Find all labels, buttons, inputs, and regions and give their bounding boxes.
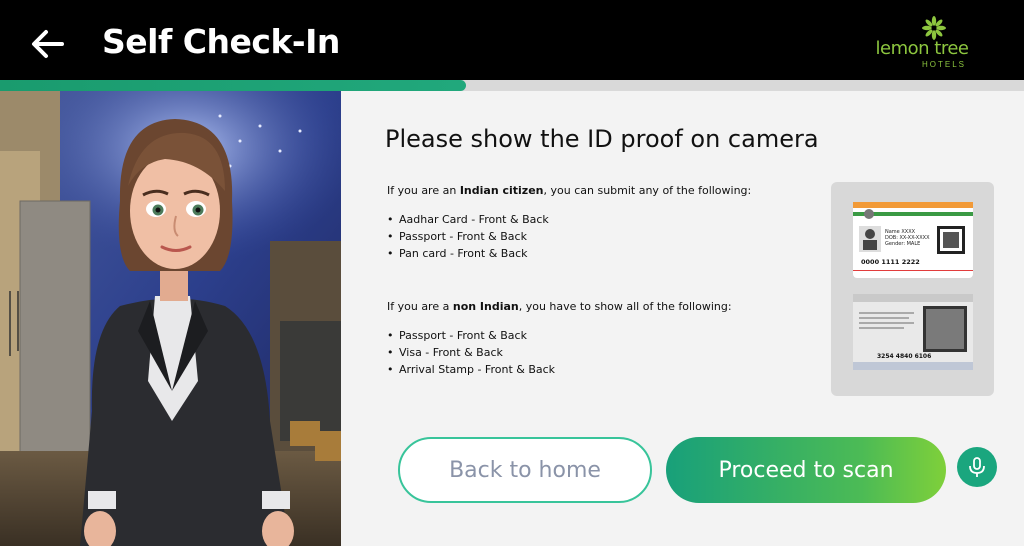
lobby-avatar-illustration [0, 91, 341, 546]
foreign-suffix: , you have to show all of the following: [518, 300, 732, 313]
back-number: 3254 4840 6106 [877, 353, 931, 360]
proceed-to-scan-button[interactable]: Proceed to scan [666, 437, 946, 503]
front-number: 0000 1111 2222 [861, 258, 920, 266]
logo-subtext: HOTELS [921, 60, 966, 69]
microphone-icon [969, 457, 985, 477]
progress-bar [0, 80, 1024, 91]
indian-bold: Indian citizen [459, 184, 544, 197]
list-item: Passport - Front & Back [387, 228, 549, 245]
header-bar: Self Check-In lemon tree HOTELS [0, 0, 1024, 80]
microphone-button[interactable] [957, 447, 997, 487]
indian-suffix: , you can submit any of the following: [543, 184, 752, 197]
front-gender: Gender: MALE [885, 241, 920, 247]
avatar-panel [0, 91, 341, 546]
non-indian-text: If you are a non Indian, you have to sho… [387, 300, 732, 313]
list-item: Arrival Stamp - Front & Back [387, 361, 555, 378]
list-item: Aadhar Card - Front & Back [387, 211, 549, 228]
progress-fill [0, 80, 466, 91]
indian-citizen-text: If you are an Indian citizen, you can su… [387, 184, 751, 197]
list-item: Visa - Front & Back [387, 344, 555, 361]
list-item: Passport - Front & Back [387, 327, 555, 344]
foreign-bold: non Indian [452, 300, 519, 313]
list-item: Pan card - Front & Back [387, 245, 549, 262]
arrow-left-icon[interactable] [28, 24, 68, 64]
logo-text: lemon tree [875, 38, 969, 59]
id-card-sample: Name XXXX DOB: XX-XX-XXXX Gender: MALE 0… [831, 182, 994, 396]
foreign-prefix: If you are a [387, 300, 453, 313]
indian-prefix: If you are an [387, 184, 460, 197]
back-to-home-button[interactable]: Back to home [398, 437, 652, 503]
indian-docs-list: Aadhar Card - Front & Back Passport - Fr… [387, 211, 549, 262]
instructions-panel: Please show the ID proof on camera If yo… [341, 91, 1024, 546]
instruction-heading: Please show the ID proof on camera [385, 125, 819, 153]
brand-logo: lemon tree HOTELS [872, 16, 972, 72]
page-title: Self Check-In [102, 22, 340, 61]
foreign-docs-list: Passport - Front & Back Visa - Front & B… [387, 327, 555, 378]
